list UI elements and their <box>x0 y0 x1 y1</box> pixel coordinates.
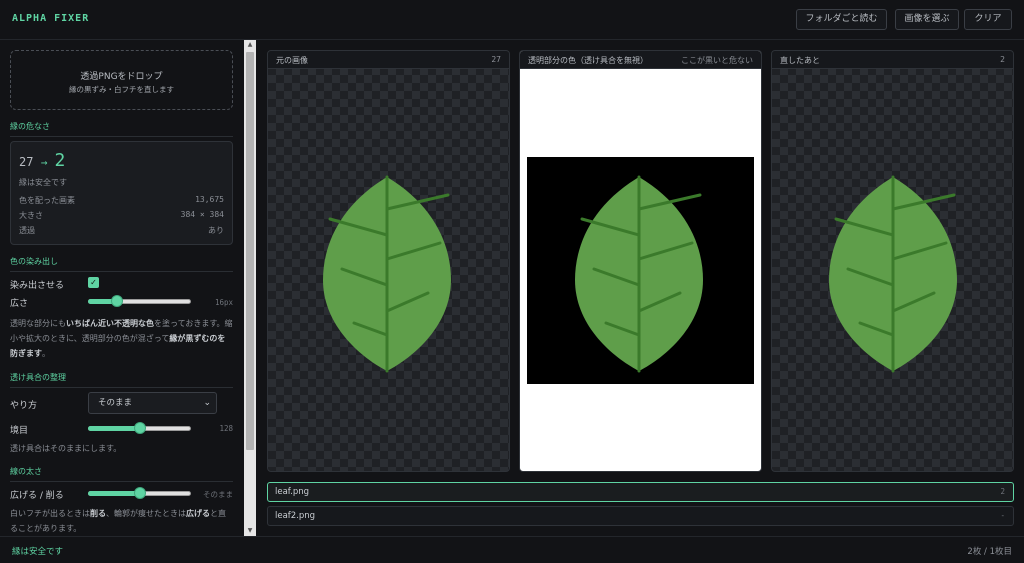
danger-heading: 縁の危なさ <box>10 121 233 137</box>
drop-zone[interactable]: 透過PNGをドロップ 縁の黒ずみ・白フチを直します <box>10 50 233 110</box>
scroll-thumb[interactable] <box>246 52 254 450</box>
scroll-up-icon[interactable]: ▲ <box>244 40 256 50</box>
panel-header: 元の画像 27 <box>268 51 509 69</box>
slider-fill <box>88 426 140 431</box>
panel-badge: ここが黒いと危ない <box>681 56 753 65</box>
panel-title: 透明部分の色（透け具合を無視） <box>528 56 648 65</box>
bleed-width-slider[interactable] <box>88 294 191 308</box>
stat-row: 透過 あり <box>19 225 224 236</box>
slider-fill <box>88 491 140 496</box>
threshold-slider[interactable] <box>88 421 191 435</box>
original-image-panel: 元の画像 27 <box>267 50 510 472</box>
stat-value: あり <box>208 226 224 235</box>
threshold-label: 境目 <box>10 426 29 436</box>
alpha-heading: 透け具合の整理 <box>10 372 233 388</box>
panel-badge: 27 <box>491 55 501 64</box>
panel-header: 直したあと 2 <box>772 51 1013 69</box>
app-header: ALPHA FIXER フォルダごと読む 画像を選ぶ クリア <box>0 0 1024 40</box>
bleed-checkbox-label: 染み出させる <box>10 281 65 291</box>
score-before: 27 <box>19 155 34 169</box>
panel-badge: 2 <box>1000 55 1005 64</box>
edge-description: 白いフチが出るときは削る、輪郭が痩せたときは広げると直ることがあります。 <box>10 509 226 533</box>
slider-thumb[interactable] <box>110 295 123 307</box>
method-select-value: そのまま <box>98 398 133 408</box>
sidebar-scrollbar[interactable]: ▲ ▼ <box>244 40 256 536</box>
bleed-width-value: 16px <box>214 298 233 307</box>
stat-value: 13,675 <box>195 195 224 204</box>
drop-zone-title: 透過PNGをドロップ <box>80 72 163 82</box>
edge-label: 広げる / 削る <box>10 491 64 501</box>
choose-image-button[interactable]: 画像を選ぶ <box>895 9 959 30</box>
bleed-width-label: 広さ <box>10 299 29 309</box>
method-select[interactable]: そのまま ⌄ <box>88 392 217 414</box>
file-item-leaf2[interactable]: leaf2.png - <box>267 506 1014 526</box>
stat-label: 大きさ <box>19 211 43 220</box>
stat-value: 384 × 384 <box>180 210 224 219</box>
fixed-image-panel: 直したあと 2 <box>771 50 1014 472</box>
drop-zone-subtitle: 縁の黒ずみ・白フチを直します <box>69 85 174 94</box>
status-text: 縁は安全です <box>12 547 64 557</box>
bleed-description: 透明な部分にもいちばん近い不透明な色を塗っておきます。縮小や拡大のときに、透明部… <box>10 319 233 358</box>
clear-button[interactable]: クリア <box>964 9 1012 30</box>
bleed-heading: 色の染み出し <box>10 256 233 272</box>
stat-row: 色を配った画素 13,675 <box>19 195 224 206</box>
file-count: 2枚 / 1枚目 <box>967 547 1012 557</box>
file-score: 2 <box>1000 487 1005 496</box>
stat-label: 色を配った画素 <box>19 196 75 205</box>
leaf-image <box>323 175 451 373</box>
edge-value: そのまま <box>203 490 233 499</box>
file-name: leaf2.png <box>275 511 316 521</box>
edge-slider[interactable] <box>88 486 191 500</box>
status-bar: 縁は安全です 2枚 / 1枚目 <box>0 536 1024 563</box>
leaf-image <box>829 175 957 373</box>
panel-title: 元の画像 <box>276 56 308 65</box>
arrow-right-icon: → <box>40 156 48 169</box>
panel-header: 透明部分の色（透け具合を無視） ここが黒いと危ない <box>520 51 761 69</box>
check-icon: ✓ <box>90 278 97 287</box>
danger-card: 27 → 2 縁は安全です 色を配った画素 13,675 大きさ 384 × 3… <box>10 141 233 245</box>
bleed-checkbox[interactable]: ✓ <box>88 277 99 288</box>
file-item-leaf[interactable]: leaf.png 2 <box>267 482 1014 502</box>
app-title: ALPHA FIXER <box>12 13 90 24</box>
load-folder-button[interactable]: フォルダごと読む <box>796 9 887 30</box>
stat-row: 大きさ 384 × 384 <box>19 210 224 221</box>
method-label: やり方 <box>10 401 38 411</box>
chevron-down-icon: ⌄ <box>203 398 211 408</box>
file-score: - <box>1000 511 1005 520</box>
panel-title: 直したあと <box>780 56 820 65</box>
slider-thumb[interactable] <box>133 487 146 499</box>
transparent-color-panel: 透明部分の色（透け具合を無視） ここが黒いと危ない <box>519 50 762 472</box>
leaf-image <box>575 175 703 373</box>
stat-label: 透過 <box>19 226 35 235</box>
transparent-area-preview <box>527 157 754 384</box>
danger-status: 縁は安全です <box>19 178 67 187</box>
settings-sidebar: 透過PNGをドロップ 縁の黒ずみ・白フチを直します 縁の危なさ 27 → 2 縁… <box>0 40 244 536</box>
danger-score: 27 → 2 <box>19 150 65 171</box>
threshold-value: 128 <box>219 424 233 433</box>
slider-thumb[interactable] <box>133 422 146 434</box>
alpha-description: 透け具合はそのままにします。 <box>10 444 122 453</box>
score-after: 2 <box>54 150 66 171</box>
scroll-down-icon[interactable]: ▼ <box>244 526 256 536</box>
edge-heading: 線の太さ <box>10 466 233 482</box>
file-name: leaf.png <box>275 487 310 497</box>
